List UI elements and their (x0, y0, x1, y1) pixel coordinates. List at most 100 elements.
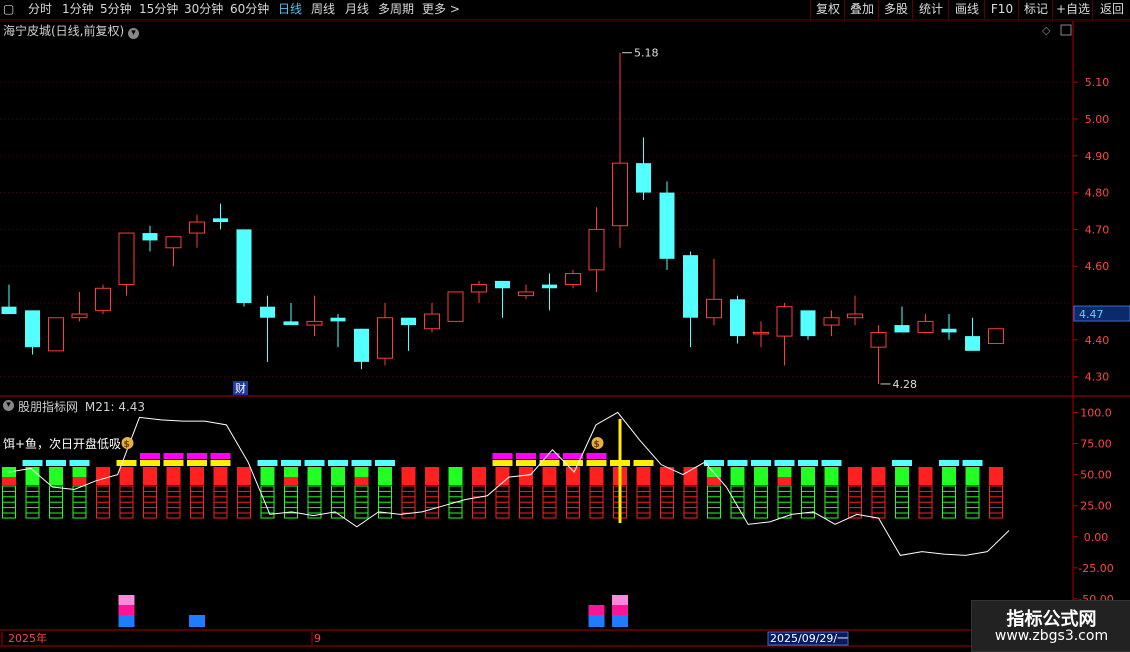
signal-block (848, 467, 862, 485)
signal-block (143, 467, 157, 485)
candle-body-down (1, 306, 17, 315)
signal-block (707, 467, 721, 477)
cyan-signal (727, 460, 748, 466)
cyan-signal (774, 460, 795, 466)
signal-block (566, 467, 580, 485)
signal-block (284, 467, 298, 477)
price-tick-label: 4.90 (1085, 150, 1110, 163)
indicator-tick-label: 0.00 (1084, 531, 1109, 544)
cursor-date: 2025/09/29/一 (770, 632, 848, 645)
bottom-box (118, 595, 135, 605)
signal-block (354, 467, 369, 477)
signal-block (589, 467, 604, 485)
bottom-box (588, 605, 605, 615)
candle-body-up (870, 331, 887, 348)
cyan-signal (69, 460, 90, 466)
signal-block (378, 467, 392, 477)
kline-chart[interactable]: $ $饵+鱼，次日开盘低吸 5.105.004.904.804.704.604.4… (0, 0, 1130, 650)
signal-block (965, 477, 980, 485)
signal-block (801, 467, 815, 477)
signal-block (354, 477, 369, 485)
indicator-tick-label: 25.00 (1080, 500, 1112, 513)
cyan-signal (22, 460, 43, 466)
candle-body-up (988, 328, 1004, 344)
signal-block (824, 467, 839, 477)
signal-block (448, 467, 463, 477)
bottom-box (612, 595, 628, 605)
signal-block (918, 467, 933, 485)
candle-body-down (542, 284, 557, 289)
cyan-signal (375, 460, 395, 466)
cyan-signal (962, 460, 983, 466)
signal-block (425, 467, 439, 485)
signal-block (754, 477, 768, 485)
candle-body-up (518, 291, 534, 297)
diamond-icon: ◇ (1042, 24, 1051, 37)
candle-body-down (260, 306, 275, 318)
yellow-signal (116, 460, 137, 466)
cyan-signal (328, 460, 348, 466)
magenta-signal (563, 453, 583, 459)
bottom-box (189, 615, 205, 627)
signal-block (49, 467, 63, 477)
signal-block (777, 467, 792, 477)
indicator-tick-label: 75.00 (1080, 438, 1112, 451)
candle-body-down (401, 317, 416, 326)
candle-body-up (471, 284, 487, 293)
signal-cursor (618, 419, 622, 523)
candle-body-down (354, 328, 369, 362)
window-icon (1060, 24, 1072, 36)
signal-block (331, 467, 345, 477)
yellow-signal (163, 460, 184, 466)
signal-block (472, 467, 486, 485)
yellow-signal (586, 460, 607, 466)
time-axis-month: 9 (314, 632, 321, 645)
candle-body-down (330, 317, 346, 322)
signal-block (72, 477, 87, 485)
indicator-tick-label: 50.00 (1080, 469, 1112, 482)
signal-block (942, 477, 956, 485)
bottom-box (612, 615, 628, 627)
signal-block (871, 467, 886, 485)
candle-body-down (659, 192, 675, 259)
chevron-down-icon[interactable]: ▾ (3, 400, 14, 411)
candle-body-down (636, 163, 651, 193)
cyan-signal (281, 460, 301, 466)
signal-block (448, 477, 463, 485)
signal-block (25, 477, 40, 485)
candle-body-up (612, 162, 628, 227)
candle-body-up (588, 228, 605, 271)
m21-value: M21: 4.43 (84, 400, 146, 414)
yellow-signal (140, 460, 160, 466)
candle-body-down (941, 328, 957, 333)
indicator-name[interactable]: 股朋指标网 (18, 400, 78, 414)
signal-block (72, 467, 87, 477)
chevron-down-icon[interactable]: ▾ (128, 28, 140, 39)
signal-block (284, 477, 298, 485)
magenta-signal (140, 453, 160, 459)
cyan-signal (751, 460, 771, 466)
candle-body-up (823, 317, 840, 326)
candle-body-up (706, 298, 722, 319)
signal-block (895, 467, 909, 477)
candle-body-up (776, 306, 793, 337)
indicator-tick-label: -25.00 (1078, 562, 1113, 575)
price-tick-label: 4.70 (1085, 223, 1110, 236)
signal-block (636, 467, 651, 485)
yellow-signal (516, 460, 536, 466)
signal-block (730, 477, 745, 485)
yellow-signal (492, 460, 513, 466)
candle-body-up (189, 221, 205, 234)
candle-body-down (683, 255, 698, 318)
signal-block (989, 467, 1003, 485)
yellow-signal (210, 460, 231, 466)
signal-block (190, 467, 204, 485)
candle-body-up (306, 320, 323, 326)
signal-block (49, 477, 63, 485)
signal-block (401, 467, 416, 485)
candle-body-up (377, 317, 393, 359)
candle-body-down (142, 233, 158, 241)
candle-body-up (565, 273, 581, 286)
candle-body-up (95, 287, 111, 311)
candle-body-down (730, 299, 745, 337)
